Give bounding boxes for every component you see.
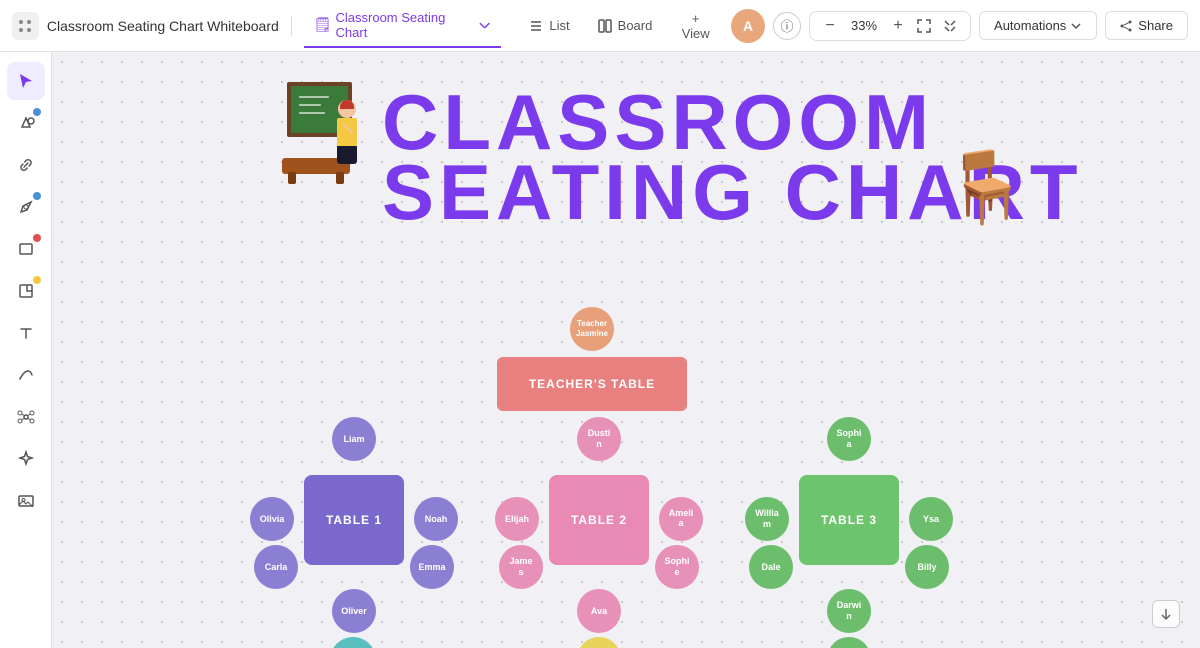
text-tool-button[interactable] <box>7 314 45 352</box>
seat-ysa: Ysa <box>909 497 953 541</box>
scroll-hint <box>1152 600 1180 628</box>
add-view-button[interactable]: + View <box>668 5 723 47</box>
seat-amelia: Amelia <box>659 497 703 541</box>
zoom-value: 33% <box>846 18 882 33</box>
seat-sophie: Sophie <box>655 545 699 589</box>
network-tool-button[interactable] <box>7 398 45 436</box>
topbar: Classroom Seating Chart Whiteboard 🗒 Cla… <box>0 0 1200 52</box>
seat-billy: Billy <box>905 545 949 589</box>
seat-dale: Dale <box>749 545 793 589</box>
sticky-tool-button[interactable] <box>7 272 45 310</box>
table-2: TABLE 2 <box>549 475 649 565</box>
topbar-right: A ⓘ − 33% + Automations Share <box>731 9 1188 43</box>
zoom-in-button[interactable]: + <box>888 16 908 36</box>
ai-tool-button[interactable] <box>7 440 45 478</box>
link-tool-button[interactable] <box>7 146 45 184</box>
active-tab[interactable]: 🗒 Classroom Seating Chart <box>304 4 502 48</box>
teacher-section: TeacherJasmine TEACHER'S TABLE <box>497 307 687 411</box>
teacher-seat: TeacherJasmine <box>570 307 614 351</box>
nav-bar: List Board + View <box>517 5 723 47</box>
seat-james: James <box>499 545 543 589</box>
table-group-2: Dustin TABLE 2 Elijah Amelia James Sophi… <box>497 427 697 648</box>
table-group-3: Sophia TABLE 3 William Ysa Dale Billy Da… <box>747 427 947 648</box>
divider <box>291 16 292 36</box>
whiteboard-title: Classroom Seating Chart Whiteboard <box>47 18 279 34</box>
automations-button[interactable]: Automations <box>979 11 1097 40</box>
title-line1: CLASSROOM <box>382 87 1083 157</box>
seat-sophia: Sophia <box>827 417 871 461</box>
seat-william: William <box>745 497 789 541</box>
seat-olivia: Olivia <box>250 497 294 541</box>
seat-noah: Noah <box>414 497 458 541</box>
left-sidebar <box>0 52 52 648</box>
avatar[interactable]: A <box>731 9 765 43</box>
image-tool-button[interactable] <box>7 482 45 520</box>
seat-oliver: Oliver <box>332 589 376 633</box>
teacher-illustration <box>282 82 372 192</box>
seat-isabella: Isabella <box>330 637 376 648</box>
draw-tool-button[interactable] <box>7 356 45 394</box>
table-3: TABLE 3 <box>799 475 899 565</box>
fit-button[interactable] <box>914 16 934 36</box>
chair-illustration: 🪑 <box>942 152 1029 222</box>
whiteboard-canvas[interactable]: CLASSROOM SEATING CHART 🪑 TeacherJasmine… <box>52 52 1200 648</box>
zoom-out-button[interactable]: − <box>820 16 840 36</box>
app-logo[interactable] <box>12 12 39 40</box>
expand-button[interactable] <box>940 16 960 36</box>
seat-jean: Jean <box>577 637 621 648</box>
seat-emma: Emma <box>410 545 454 589</box>
seat-dustin: Dustin <box>577 417 621 461</box>
select-tool-button[interactable] <box>7 62 45 100</box>
seat-ava: Ava <box>577 589 621 633</box>
table-1: TABLE 1 <box>304 475 404 565</box>
pen-tool-button[interactable] <box>7 188 45 226</box>
tab-label: Classroom Seating Chart <box>336 10 475 40</box>
seat-darwin: Darwin <box>827 589 871 633</box>
board-nav-button[interactable]: Board <box>586 12 665 39</box>
teacher-figure <box>337 100 357 164</box>
seat-jamie: Jamie <box>827 637 871 648</box>
seat-elijah: Elijah <box>495 497 539 541</box>
seat-liam: Liam <box>332 417 376 461</box>
info-button[interactable]: ⓘ <box>773 12 801 40</box>
teachers-table: TEACHER'S TABLE <box>497 357 687 411</box>
shape-tool-button[interactable] <box>7 104 45 142</box>
share-button[interactable]: Share <box>1105 11 1188 40</box>
list-nav-button[interactable]: List <box>517 12 581 39</box>
table-group-1: Liam TABLE 1 Olivia Noah Carla Emma Oliv… <box>252 427 452 648</box>
rect-tool-button[interactable] <box>7 230 45 268</box>
seat-carla: Carla <box>254 545 298 589</box>
zoom-controls: − 33% + <box>809 11 971 41</box>
